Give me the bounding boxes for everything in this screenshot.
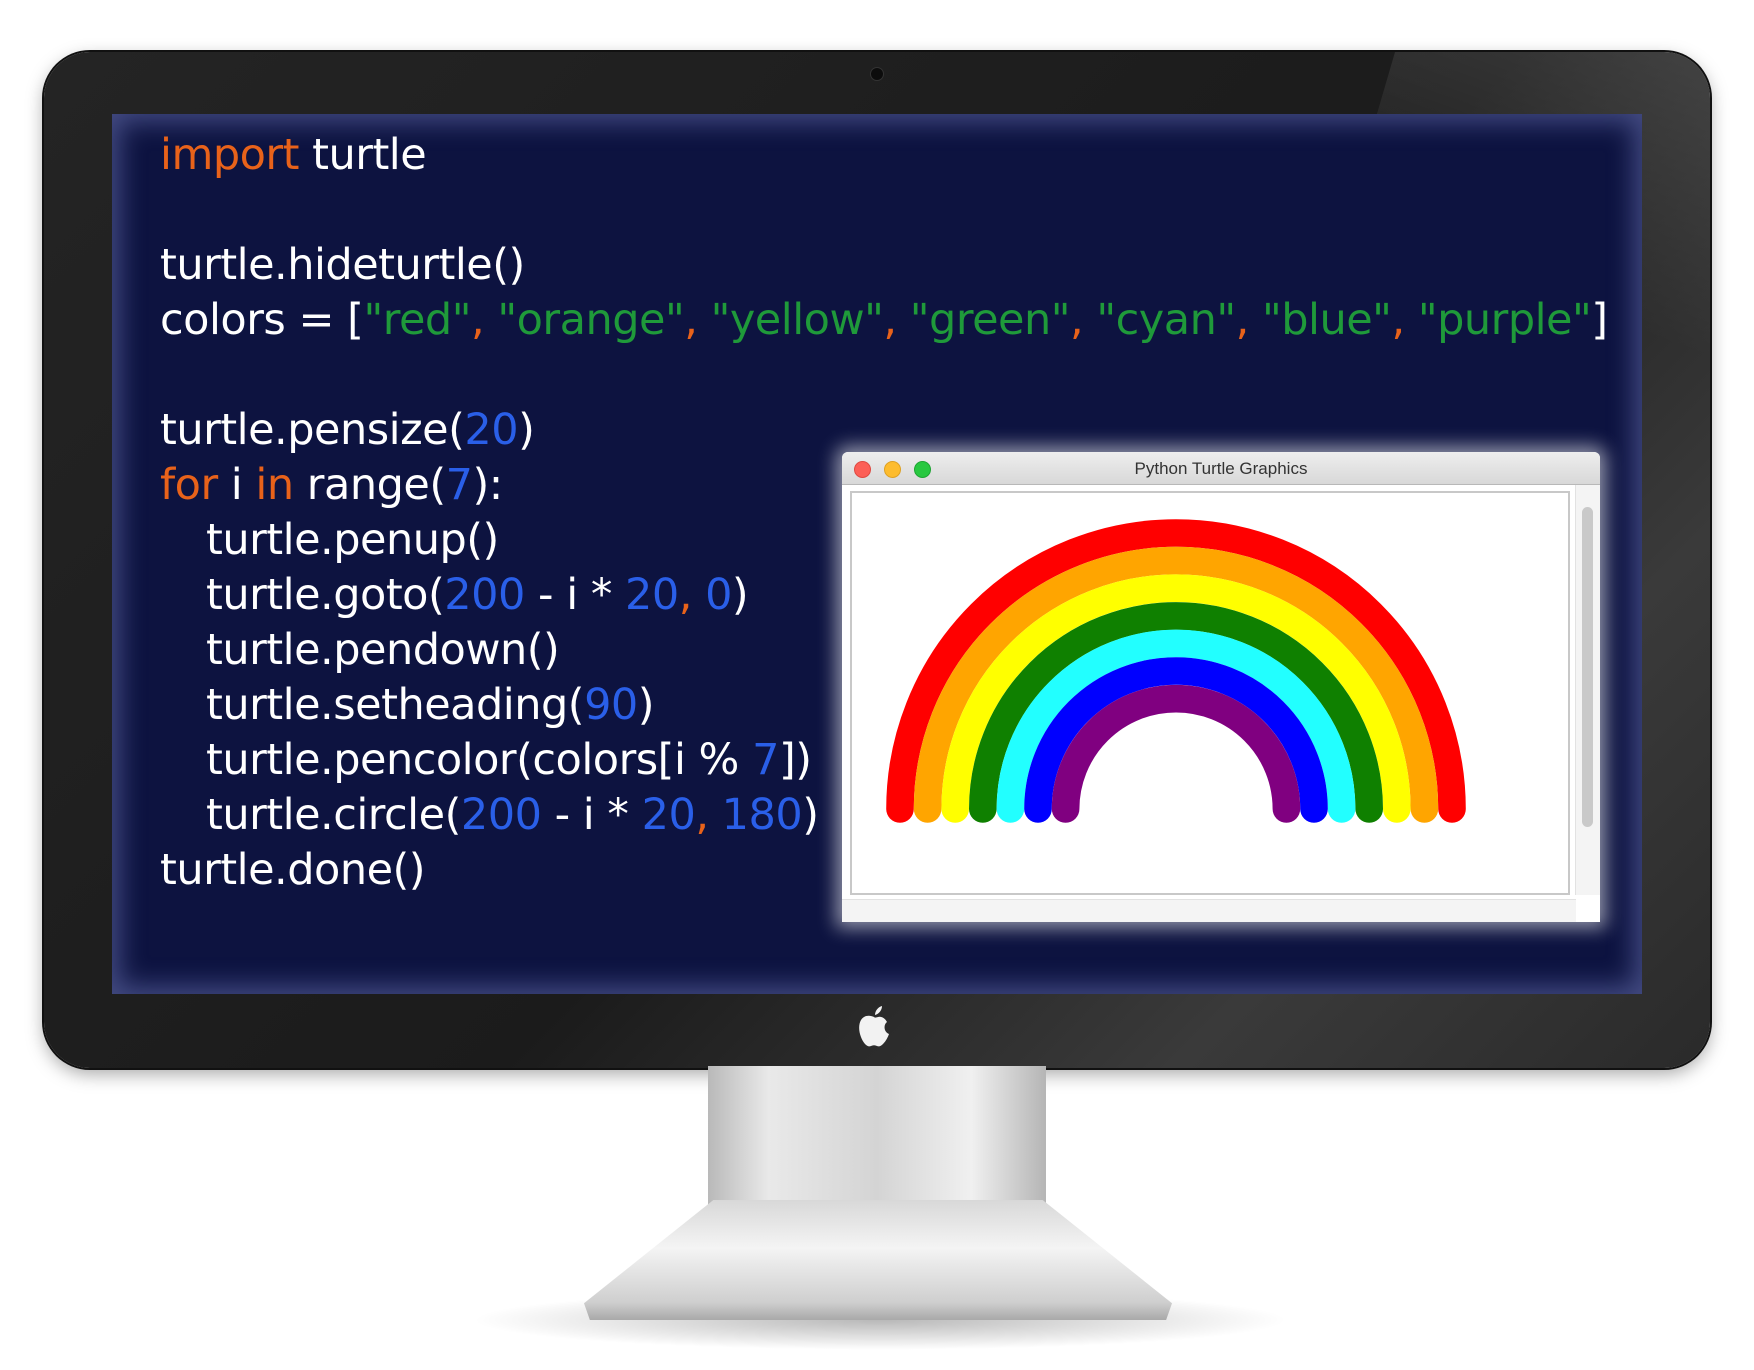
code-line-3: turtle.hideturtle() <box>160 240 525 290</box>
number-literal: 0 <box>705 570 732 620</box>
separator: , <box>883 295 910 345</box>
code-text: i <box>217 460 256 510</box>
camera-icon <box>871 68 883 80</box>
code-line-7: for i in range(7): <box>160 454 503 516</box>
code-text: ] <box>1591 295 1608 345</box>
code-line-13: turtle.circle(200 - i * 20, 180) <box>160 784 819 846</box>
code-text: ) <box>731 570 749 620</box>
code-line-10: turtle.pendown() <box>206 625 560 675</box>
rainbow-arc-7 <box>1051 684 1301 823</box>
code-text: turtle <box>298 130 427 180</box>
rainbow-drawing <box>886 519 1466 823</box>
code-text: turtle.circle( <box>206 790 461 840</box>
separator: , <box>1391 295 1418 345</box>
horizontal-scrollbar[interactable] <box>842 899 1576 922</box>
code-text: turtle.pensize( <box>160 405 465 455</box>
code-text: ) <box>637 680 655 730</box>
code-text: ) <box>802 790 819 840</box>
code-line-9: turtle.goto(200 - i * 20, 0) <box>160 564 749 626</box>
code-line-14: turtle.done() <box>160 845 426 895</box>
code-text: range( <box>293 460 446 510</box>
separator: , <box>678 570 706 620</box>
number-literal: 7 <box>752 735 779 785</box>
code-text: turtle.setheading( <box>206 680 585 730</box>
string-literal: "purple" <box>1417 295 1592 345</box>
scrollbar-thumb[interactable] <box>1582 507 1593 827</box>
code-line-12: turtle.pencolor(colors[i % 7]) <box>160 729 812 791</box>
code-text: ): <box>472 460 503 510</box>
code-text: - i * <box>524 570 625 620</box>
keyword: import <box>160 130 299 180</box>
string-literal: "red" <box>363 295 471 345</box>
number-literal: 90 <box>584 680 638 730</box>
keyword: in <box>255 460 294 510</box>
code-line-8: turtle.penup() <box>206 515 499 565</box>
code-text: ]) <box>778 735 812 785</box>
code-text: turtle.goto( <box>206 570 445 620</box>
window-title: Python Turtle Graphics <box>1134 459 1308 478</box>
code-line-6: turtle.pensize(20) <box>160 399 535 461</box>
window-titlebar[interactable]: Python Turtle Graphics <box>842 452 1600 485</box>
string-literal: "green" <box>909 295 1071 345</box>
separator: , <box>470 295 498 345</box>
number-literal: 20 <box>625 570 679 620</box>
string-literal: "blue" <box>1261 295 1392 345</box>
number-literal: 200 <box>444 570 525 620</box>
separator: , <box>1070 295 1097 345</box>
code-text: turtle.pencolor(colors[i % <box>206 735 753 785</box>
separator: , <box>1235 295 1262 345</box>
number-literal: 20 <box>464 405 519 455</box>
code-line-11: turtle.setheading(90) <box>160 674 655 736</box>
code-text: - i * <box>541 790 642 840</box>
code-text: ) <box>518 405 535 455</box>
separator: , <box>684 295 711 345</box>
string-literal: "cyan" <box>1096 295 1236 345</box>
number-literal: 7 <box>445 460 473 510</box>
string-literal: "orange" <box>497 295 685 345</box>
turtle-canvas[interactable] <box>850 491 1570 895</box>
code-text: colors = [ <box>160 295 364 345</box>
code-line-4: colors = ["red", "orange", "yellow", "gr… <box>160 289 1608 351</box>
apple-logo-icon <box>859 1006 889 1047</box>
code-line-1: import turtle <box>160 124 427 186</box>
vertical-scrollbar[interactable] <box>1575 485 1600 895</box>
separator: , <box>695 790 722 840</box>
turtle-graphics-window[interactable]: Python Turtle Graphics <box>842 452 1600 922</box>
string-literal: "yellow" <box>710 295 884 345</box>
number-literal: 20 <box>641 790 696 840</box>
number-literal: 180 <box>721 790 803 840</box>
number-literal: 200 <box>460 790 542 840</box>
keyword: for <box>160 460 218 510</box>
monitor-stand-base <box>584 1200 1172 1320</box>
